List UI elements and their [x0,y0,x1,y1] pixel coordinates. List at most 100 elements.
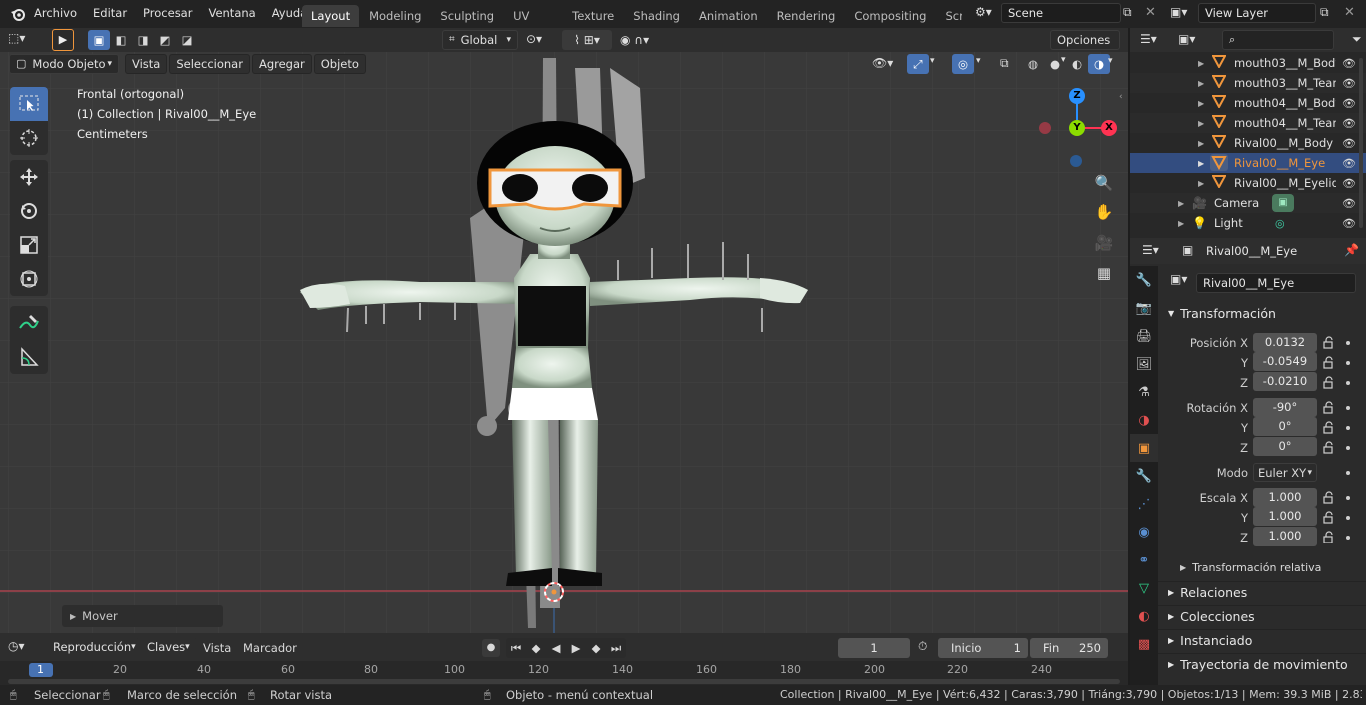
play-reverse-icon[interactable]: ◀ [546,638,566,658]
expand-arrow-icon[interactable]: ▶ [1178,219,1184,228]
output-icon[interactable]: 🖨 [1130,322,1158,350]
timeline-ruler[interactable]: 1 20 40 60 80 100 120 140 160 180 200 22… [0,661,1128,685]
delete-view-layer-icon[interactable]: ✕ [1344,5,1358,21]
tab-modeling[interactable]: Modeling [360,5,430,27]
chevron-down-icon[interactable]: ▾ [1108,56,1120,66]
expand-arrow-icon[interactable]: ▶ [1198,139,1204,148]
outliner-item[interactable]: ▶ 💡 Light ◎ 👁 [1130,213,1366,233]
delete-scene-icon[interactable]: ✕ [1145,5,1159,21]
light-data-icon[interactable]: ◎ [1275,217,1285,230]
outliner-item[interactable]: ▶ mouth04__M_TeamC 👁 [1130,113,1366,133]
playback-dropdown[interactable]: Reproducción ▾ [46,637,138,657]
solid-shading-icon[interactable]: ● [1044,54,1066,74]
zoom-icon[interactable]: 🔍 [1091,170,1117,196]
scale-x-field[interactable]: 1.000 [1253,488,1317,507]
constraints-icon[interactable]: ⚭ [1130,546,1158,574]
visibility-eye-icon[interactable]: 👁 [1342,197,1356,210]
tab-compositing[interactable]: Compositing [845,5,935,27]
editor-type-icon[interactable]: ⬚▾ [8,31,38,49]
gizmo-z-axis[interactable]: Z [1069,88,1085,104]
modifier-wrench-icon[interactable]: 🔧 [1130,462,1158,490]
select-box-tool-icon[interactable]: ▶ [52,29,74,51]
visibility-eye-icon[interactable]: 👁 [1342,97,1356,110]
outliner-editor-type-icon[interactable]: ☰▾ [1140,32,1157,46]
gizmo-y-axis[interactable]: Y [1069,120,1085,136]
outliner-item[interactable]: ▶ mouth03__M_Body 👁 [1130,53,1366,73]
visibility-eye-icon[interactable]: 👁 [1342,137,1356,150]
stopwatch-icon[interactable]: ⏱ [918,639,927,654]
last-operator-panel[interactable]: ▶ Mover [62,605,223,627]
pivot-point-icon[interactable]: ⊙▾ [526,32,556,46]
mode-dropdown[interactable]: ▢ Modo Objeto ▾ [9,54,119,74]
select-invert-icon[interactable]: ◩ [154,30,176,50]
scene-selector-icon[interactable]: ⚙▾ [975,5,999,23]
menu-vista[interactable]: Vista [125,54,168,74]
sidebar-toggle-icon[interactable]: ‹ [1119,92,1123,102]
play-icon[interactable]: ▶ [566,638,586,658]
world-icon[interactable]: ◑ [1130,406,1158,434]
physics-icon[interactable]: ◉ [1130,518,1158,546]
overlays-toggle-icon[interactable]: ◎ [952,54,974,74]
particles-icon[interactable]: ⋰ [1130,490,1158,518]
scene-field[interactable]: Scene [1001,3,1121,23]
delta-transform-subpanel[interactable]: ▶ Transformación relativa [1180,561,1360,574]
gizmo-x-axis[interactable]: X [1101,120,1117,136]
visibility-eye-icon[interactable]: 👁▾ [872,56,904,70]
filter-icon[interactable]: ⏷ [1352,32,1362,47]
visibility-eye-icon[interactable]: 👁 [1342,117,1356,130]
render-icon[interactable]: 📷 [1130,294,1158,322]
keying-dropdown[interactable]: Claves ▾ [140,637,196,657]
object-data-icon[interactable]: ▽ [1130,574,1158,602]
visibility-eye-icon[interactable]: 👁 [1342,77,1356,90]
menu-procesar[interactable]: Procesar [135,0,200,28]
chevron-down-icon[interactable]: ▾ [930,56,942,66]
timeline-editor-type-icon[interactable]: ◷▾ [8,639,40,653]
measure-tool[interactable] [10,340,48,374]
tab-rendering[interactable]: Rendering [768,5,845,27]
outliner-item[interactable]: ▶ mouth03__M_TeamC 👁 [1130,73,1366,93]
texture-icon[interactable]: ▩ [1130,630,1158,658]
location-y-field[interactable]: -0.0549 [1253,352,1317,371]
motion-paths-panel-header[interactable]: ▶ Trayectoria de movimiento [1158,653,1366,675]
pan-hand-icon[interactable]: ✋ [1091,199,1117,225]
record-icon[interactable]: ● [482,639,500,657]
outliner-item[interactable]: ▶ 🎥 Camera ▣ 👁 [1130,193,1366,213]
timeline-scrollbar[interactable] [8,679,1120,684]
prev-keyframe-icon[interactable]: ◆ [526,638,546,658]
material-icon[interactable]: ◐ [1130,602,1158,630]
rotation-mode-dropdown[interactable]: Euler XY ▾ [1253,463,1317,482]
expand-arrow-icon[interactable]: ▶ [1198,159,1204,168]
rotation-z-field[interactable]: 0° [1253,437,1317,456]
new-view-layer-icon[interactable]: ⧉ [1320,5,1336,21]
instancing-panel-header[interactable]: ▶ Instanciado [1158,629,1366,651]
menu-archivo[interactable]: Archivo [26,0,85,28]
view-layer-tab-icon[interactable]: 🖼 [1130,350,1158,378]
location-z-field[interactable]: -0.0210 [1253,372,1317,391]
tab-uv-editing[interactable]: UV Editing [504,5,562,27]
tab-scripting[interactable]: Script [936,5,962,27]
options-dropdown[interactable]: Opciones ▾ [1050,30,1120,65]
object-type-icon[interactable]: ▣▾ [1170,272,1192,292]
display-mode-icon[interactable]: ▣▾ [1178,32,1195,46]
rendered-shading-icon[interactable]: ◑ [1088,54,1110,74]
next-keyframe-icon[interactable]: ◆ [586,638,606,658]
outliner-item[interactable]: ▶ mouth04__M_Body 👁 [1130,93,1366,113]
menu-objeto[interactable]: Objeto [313,54,366,74]
properties-editor-type-icon[interactable]: ☰▾ [1142,243,1159,257]
relations-panel-header[interactable]: ▶ Relaciones [1158,581,1366,603]
transform-tool[interactable] [10,262,48,296]
outliner-scrollbar[interactable] [1359,58,1363,228]
menu-ventana[interactable]: Ventana [200,0,263,28]
expand-arrow-icon[interactable]: ▶ [1198,179,1204,188]
expand-arrow-icon[interactable]: ▶ [1178,199,1184,208]
tab-animation[interactable]: Animation [690,5,767,27]
expand-arrow-icon[interactable]: ▶ [1198,79,1204,88]
view-layer-field[interactable]: View Layer [1198,3,1316,23]
menu-editar[interactable]: Editar [85,0,135,28]
visibility-eye-icon[interactable]: 👁 [1342,157,1356,170]
visibility-eye-icon[interactable]: 👁 [1342,217,1356,230]
material-preview-icon[interactable]: ◐ [1066,54,1088,74]
object-properties-icon[interactable]: ▣ [1130,434,1158,462]
blender-logo-icon[interactable] [10,6,26,22]
tab-texture-paint[interactable]: Texture Paint [563,5,623,27]
